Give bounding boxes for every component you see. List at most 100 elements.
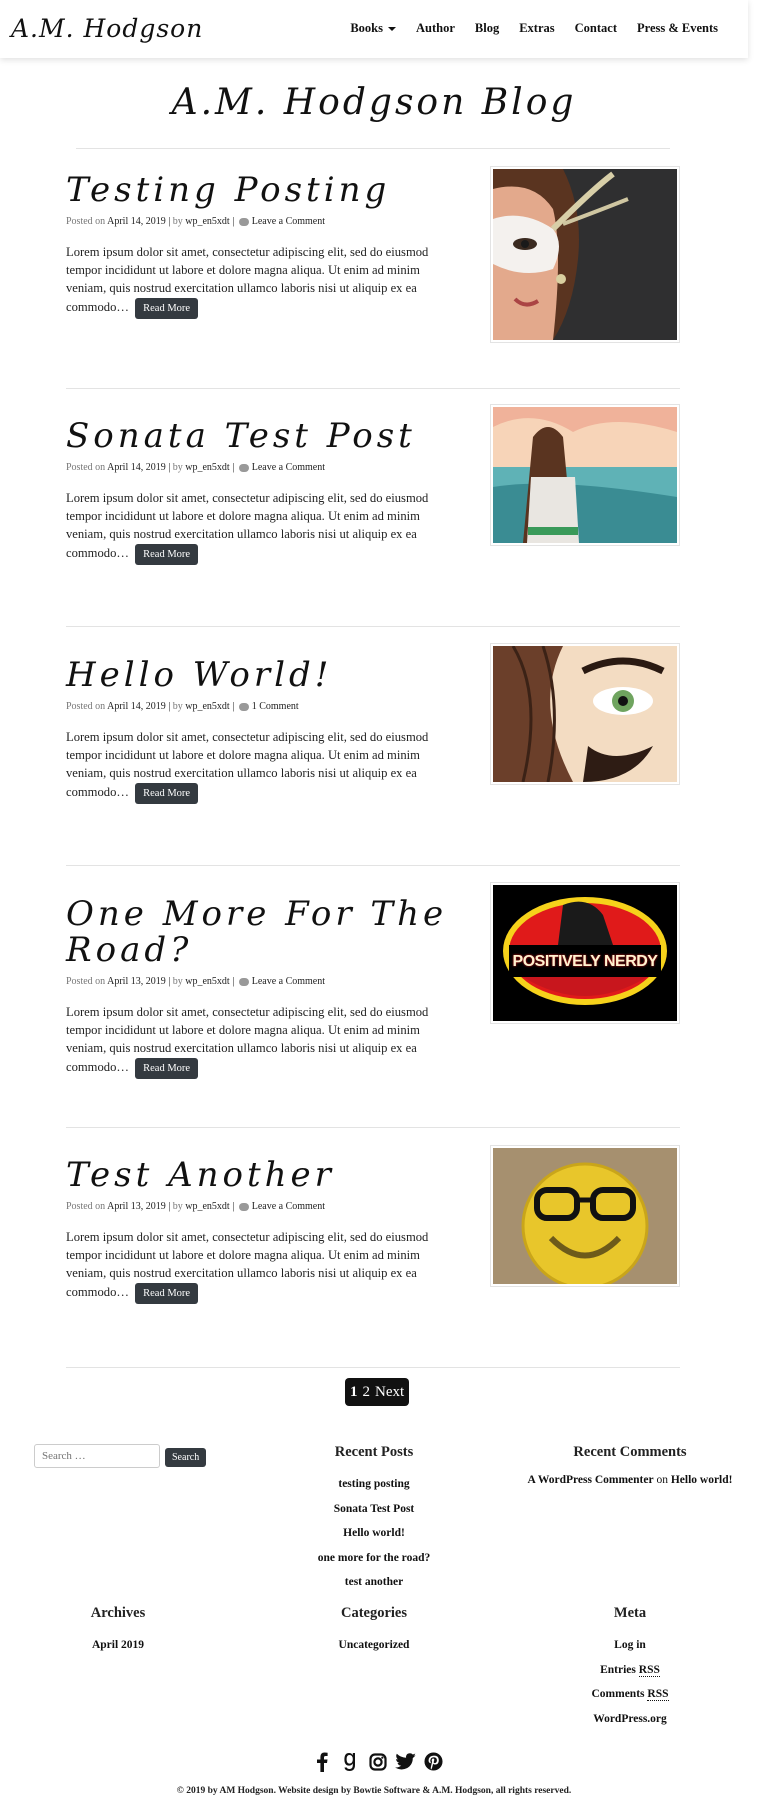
next-page-link[interactable]: Next — [375, 1384, 404, 1401]
widget-title: Recent Comments — [573, 1444, 687, 1460]
instagram-icon[interactable] — [367, 1751, 388, 1772]
nav-item-press-events[interactable]: Press & Events — [627, 21, 728, 36]
masked-woman-illustration — [493, 169, 677, 340]
goodreads-icon[interactable] — [339, 1751, 360, 1772]
nav-item-extras[interactable]: Extras — [509, 21, 564, 36]
post-author-link[interactable]: wp_en5xdt — [185, 1201, 229, 1212]
comment-icon — [238, 702, 249, 711]
recent-post-link[interactable]: Hello world! — [274, 1521, 474, 1546]
post-title[interactable]: One More For The Road? — [66, 896, 466, 968]
comments-link[interactable]: Leave a Comment — [252, 976, 325, 987]
post-excerpt: Lorem ipsum dolor sit amet, consectetur … — [66, 1228, 461, 1304]
recent-posts-widget: Recent Posts testing posting Sonata Test… — [274, 1444, 474, 1595]
nav-menu: Books Author Blog Extras Contact Press &… — [340, 21, 728, 36]
meta-widget: Meta Log in Entries RSS Comments RSS Wor… — [570, 1605, 690, 1731]
nav-item-contact[interactable]: Contact — [565, 21, 627, 36]
meta-separator: | — [168, 976, 171, 987]
meta-label: Posted on — [66, 1201, 106, 1212]
page-1-current: 1 — [350, 1383, 358, 1400]
archives-list: April 2019 — [58, 1633, 178, 1658]
post-title[interactable]: Testing Posting — [66, 172, 466, 208]
post-title[interactable]: Hello World! — [66, 657, 466, 693]
search-button[interactable]: Search — [165, 1448, 207, 1467]
divider — [66, 626, 680, 627]
meta-separator: | — [232, 216, 235, 227]
read-more-button[interactable]: Read More — [135, 782, 199, 804]
meta-separator: | — [168, 462, 171, 473]
archive-link[interactable]: April 2019 — [58, 1633, 178, 1658]
wordpress-org-link[interactable]: WordPress.org — [570, 1707, 690, 1732]
meta-label: Posted on — [66, 976, 106, 987]
meta-separator: | — [168, 701, 171, 712]
comments-link[interactable]: Leave a Comment — [252, 462, 325, 473]
meta-label: by — [172, 976, 183, 987]
meta-separator: | — [232, 462, 235, 473]
post-date-link[interactable]: April 13, 2019 — [107, 1201, 166, 1212]
comments-link[interactable]: 1 Comment — [252, 701, 299, 712]
read-more-button[interactable]: Read More — [135, 1282, 199, 1304]
comments-link[interactable]: Leave a Comment — [252, 1201, 325, 1212]
positively-nerdy-logo: POSITIVELY NERDY — [493, 885, 677, 1021]
meta-label: by — [172, 462, 183, 473]
meta-label: by — [172, 216, 183, 227]
post-author-link[interactable]: wp_en5xdt — [185, 462, 229, 473]
nav-item-author[interactable]: Author — [406, 21, 465, 36]
widget-title: Meta — [613, 1605, 647, 1621]
post-date-link[interactable]: April 14, 2019 — [107, 701, 166, 712]
widget-title: Archives — [90, 1605, 146, 1621]
comment-icon — [238, 463, 249, 472]
recent-post-link[interactable]: Sonata Test Post — [274, 1497, 474, 1522]
site-logo[interactable]: A.M. Hodgson — [11, 14, 203, 43]
comments-link[interactable]: Leave a Comment — [252, 216, 325, 227]
post-date-link[interactable]: April 13, 2019 — [107, 976, 166, 987]
chevron-down-icon — [387, 26, 396, 31]
recent-post-link[interactable]: one more for the road? — [274, 1546, 474, 1571]
comment-author-link[interactable]: A WordPress Commenter — [528, 1474, 654, 1486]
rss-abbr: RSS — [647, 1688, 669, 1701]
nav-item-blog[interactable]: Blog — [465, 21, 509, 36]
login-link[interactable]: Log in — [570, 1633, 690, 1658]
meta-separator: | — [168, 216, 171, 227]
post-title[interactable]: Sonata Test Post — [66, 418, 466, 454]
comment-icon — [238, 977, 249, 986]
meta-separator: | — [232, 701, 235, 712]
categories-widget: Categories Uncategorized — [314, 1605, 434, 1658]
excerpt-text: Lorem ipsum dolor sit amet, consectetur … — [66, 491, 429, 560]
pagination: 1 2 Next — [345, 1378, 410, 1406]
pinterest-icon[interactable] — [423, 1751, 444, 1772]
woman-at-sunset-illustration — [493, 407, 677, 543]
comment-post-link[interactable]: Hello world! — [671, 1474, 733, 1486]
recent-post-link[interactable]: test another — [274, 1570, 474, 1595]
entries-rss-link[interactable]: Entries RSS — [570, 1658, 690, 1683]
comments-rss-link[interactable]: Comments RSS — [570, 1682, 690, 1707]
excerpt-text: Lorem ipsum dolor sit amet, consectetur … — [66, 1230, 429, 1299]
category-link[interactable]: Uncategorized — [314, 1633, 434, 1658]
post-title[interactable]: Test Another — [66, 1157, 466, 1193]
post-thumbnail[interactable] — [490, 404, 680, 546]
recent-comment-item: A WordPress Commenter on Hello world! — [510, 1472, 750, 1488]
read-more-button[interactable]: Read More — [135, 1057, 199, 1079]
post-date-link[interactable]: April 14, 2019 — [107, 216, 166, 227]
search-input[interactable] — [34, 1444, 160, 1468]
post-date-link[interactable]: April 14, 2019 — [107, 462, 166, 473]
post-author-link[interactable]: wp_en5xdt — [185, 216, 229, 227]
post-thumbnail[interactable] — [490, 643, 680, 785]
page-2-link[interactable]: 2 — [363, 1384, 371, 1401]
twitter-icon[interactable] — [395, 1751, 416, 1772]
link-text: Entries — [600, 1663, 636, 1676]
facebook-icon[interactable] — [311, 1751, 332, 1772]
widget-title: Recent Posts — [334, 1444, 414, 1460]
read-more-button[interactable]: Read More — [135, 297, 199, 319]
post-thumbnail[interactable] — [490, 1145, 680, 1287]
meta-separator: | — [168, 1201, 171, 1212]
nav-item-books[interactable]: Books — [340, 21, 406, 36]
post-author-link[interactable]: wp_en5xdt — [185, 976, 229, 987]
comment-on-text: on — [656, 1474, 668, 1486]
read-more-button[interactable]: Read More — [135, 543, 199, 565]
meta-label: by — [172, 1201, 183, 1212]
divider — [66, 1367, 680, 1368]
post-thumbnail[interactable] — [490, 166, 680, 343]
post-thumbnail[interactable]: POSITIVELY NERDY — [490, 882, 680, 1024]
post-author-link[interactable]: wp_en5xdt — [185, 701, 229, 712]
recent-post-link[interactable]: testing posting — [274, 1472, 474, 1497]
